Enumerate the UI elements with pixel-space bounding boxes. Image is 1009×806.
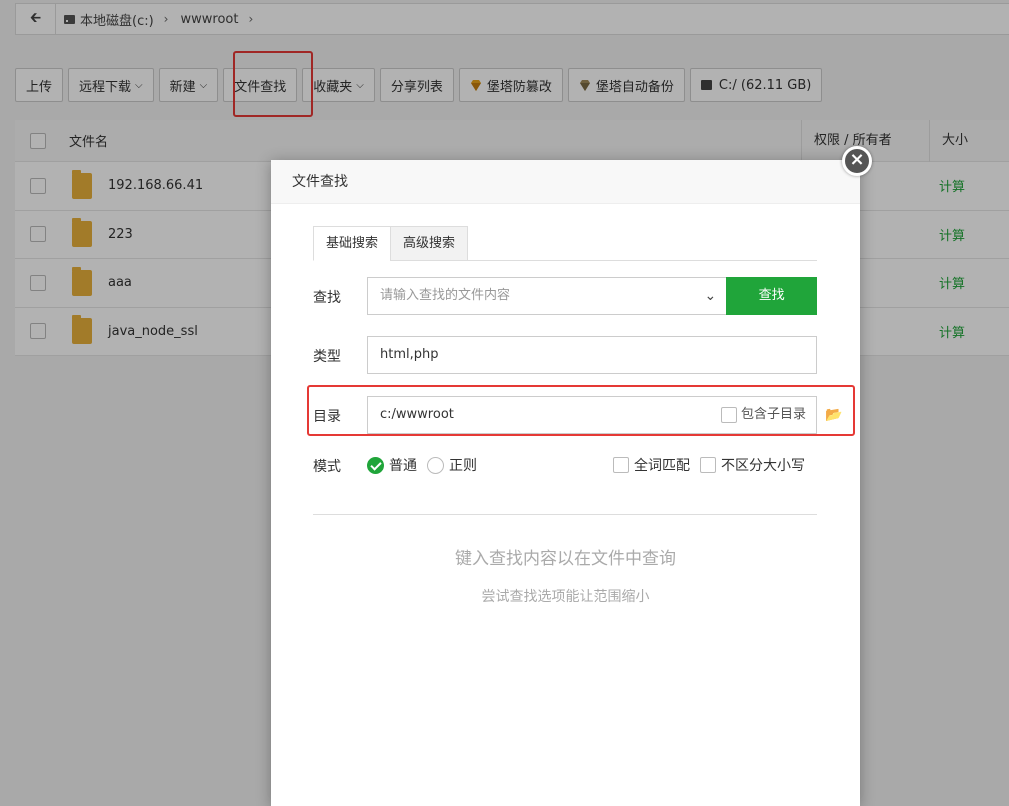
type-input[interactable]: html,php bbox=[367, 336, 817, 374]
whole-word-option[interactable]: 全词匹配 bbox=[613, 455, 690, 475]
file-search-dialog: 文件查找 × 基础搜索 高级搜索 查找 请输入查找的文件内容 ⌄ 查找 类型 h… bbox=[271, 146, 872, 806]
radio-regex[interactable] bbox=[427, 456, 444, 474]
search-input[interactable]: 请输入查找的文件内容 ⌄ bbox=[367, 277, 727, 315]
dialog-title: 文件查找 bbox=[271, 160, 860, 204]
search-tabs: 基础搜索 高级搜索 bbox=[313, 226, 817, 261]
search-button[interactable]: 查找 bbox=[726, 277, 817, 315]
chevron-down-icon[interactable]: ⌄ bbox=[705, 278, 717, 314]
mode-options: 普通 正则 bbox=[367, 455, 487, 475]
close-icon[interactable]: × bbox=[842, 146, 872, 176]
mode-normal-option[interactable]: 普通 bbox=[367, 455, 417, 475]
directory-highlight bbox=[307, 385, 855, 436]
search-label: 查找 bbox=[313, 290, 341, 306]
divider bbox=[313, 514, 817, 515]
mode-regex-option[interactable]: 正则 bbox=[427, 455, 477, 475]
tab-advanced-search[interactable]: 高级搜索 bbox=[390, 226, 469, 261]
ignore-case-option[interactable]: 不区分大小写 bbox=[700, 455, 805, 475]
radio-normal[interactable] bbox=[367, 456, 384, 474]
match-options: 全词匹配 不区分大小写 bbox=[613, 455, 815, 475]
type-label: 类型 bbox=[313, 349, 341, 365]
search-row: 请输入查找的文件内容 ⌄ 查找 bbox=[367, 277, 817, 315]
empty-hint-main: 键入查找内容以在文件中查询 bbox=[455, 549, 676, 569]
tab-basic-search[interactable]: 基础搜索 bbox=[313, 226, 392, 261]
mode-label: 模式 bbox=[313, 459, 341, 475]
ignore-case-checkbox[interactable] bbox=[700, 457, 716, 473]
empty-hint-sub: 尝试查找选项能让范围缩小 bbox=[481, 589, 650, 605]
whole-word-checkbox[interactable] bbox=[613, 457, 629, 473]
